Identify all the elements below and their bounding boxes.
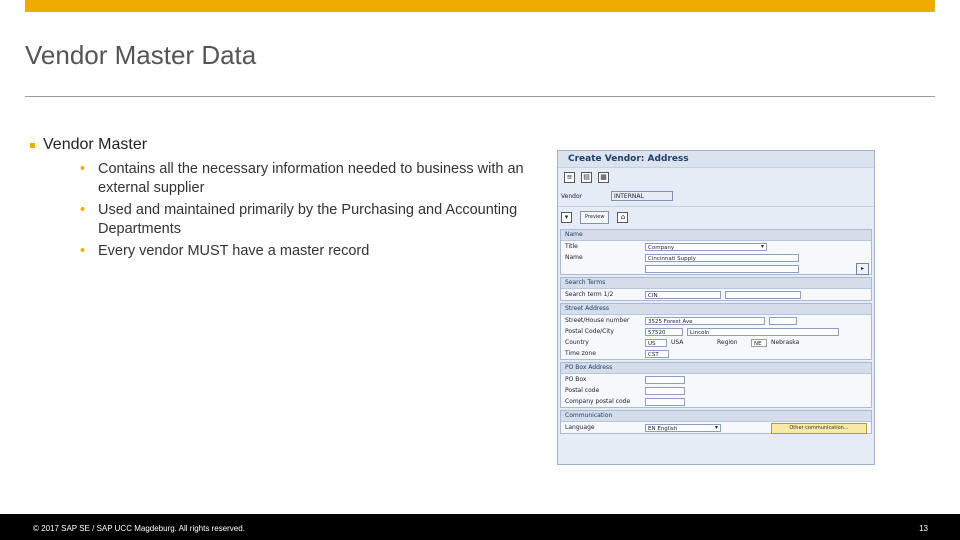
search-terms-header: Search Terms	[561, 278, 871, 289]
region-input[interactable]: NE	[751, 338, 767, 347]
name-label: Name	[565, 254, 583, 261]
title-label: Title	[565, 243, 578, 250]
vendor-row: Vendor INTERNAL	[558, 186, 874, 207]
page-number: 13	[919, 524, 928, 533]
search-term-1-input[interactable]: CIN	[645, 290, 721, 299]
street-address-header: Street Address	[561, 304, 871, 315]
po-box-input[interactable]	[645, 375, 685, 384]
list-item-text: Used and maintained primarily by the Pur…	[98, 202, 518, 237]
country-row: Country US USA Region NE Nebraska	[561, 337, 871, 348]
list-item: • Used and maintained primarily by the Pu…	[80, 201, 578, 239]
list-item-text: Every vendor MUST have a master record	[98, 243, 370, 259]
street-label: Street/House number	[565, 317, 630, 324]
more-fields-icon[interactable]: ▸	[856, 262, 869, 275]
other-communication-button[interactable]: Other communication...	[771, 423, 867, 434]
payment-icon[interactable]: ▦	[598, 171, 609, 183]
sap-window-title: Create Vendor: Address	[558, 151, 874, 168]
name-section-header: Name	[561, 230, 871, 241]
country-input[interactable]: US	[645, 338, 667, 347]
title-divider	[25, 96, 935, 97]
sap-toolbar: ≡ ▤ ▦	[558, 168, 874, 186]
street-address-section: Street Address Street/House number 3525 …	[560, 303, 872, 360]
top-accent-bar	[25, 0, 935, 12]
name2-row: ▸	[561, 262, 871, 275]
po-postal-label: Postal code	[565, 387, 600, 394]
page-title: Vendor Master Data	[25, 40, 257, 70]
company-postal-row: Company postal code	[561, 396, 871, 407]
sap-create-vendor-window: Create Vendor: Address ≡ ▤ ▦ Vendor INTE…	[557, 150, 875, 465]
name-row: Name Cincinnati Supply	[561, 252, 871, 263]
timezone-row: Time zone CST	[561, 348, 871, 359]
country-label: Country	[565, 339, 589, 346]
list-item: • Every vendor MUST have a master record	[80, 242, 578, 261]
company-postal-input[interactable]	[645, 397, 685, 406]
house-number-input[interactable]	[769, 316, 797, 325]
street-input[interactable]: 3525 Forest Ave	[645, 316, 765, 325]
name-section: Name Title Company Name Cincinnati Suppl…	[560, 229, 872, 275]
search-terms-section: Search Terms Search term 1/2 CIN	[560, 277, 872, 301]
timezone-input[interactable]: CST	[645, 349, 669, 358]
bullet-text: Vendor Master	[43, 136, 148, 153]
vendor-label: Vendor	[561, 192, 583, 200]
language-label: Language	[565, 424, 595, 431]
postal-city-label: Postal Code/City	[565, 328, 614, 335]
name2-input[interactable]	[645, 264, 799, 273]
square-bullet-icon	[30, 142, 35, 148]
title-row: Title Company	[561, 241, 871, 252]
postal-code-input[interactable]: 57520	[645, 327, 683, 336]
company-postal-label: Company postal code	[565, 398, 631, 405]
international-versions-icon[interactable]: ⌂	[617, 211, 629, 223]
title-select[interactable]: Company	[645, 242, 767, 251]
vendor-field[interactable]: INTERNAL	[611, 191, 673, 201]
sub-bullet-list: • Contains all the necessary information …	[58, 160, 538, 261]
country-text: USA	[671, 339, 684, 346]
name-input[interactable]: Cincinnati Supply	[645, 253, 799, 262]
postal-city-row: Postal Code/City 57520 Lincoln	[561, 326, 871, 337]
footer-copyright: © 2017 SAP SE / SAP UCC Magdeburg. All r…	[33, 524, 245, 533]
po-box-header: PO Box Address	[561, 363, 871, 374]
po-postal-row: Postal code	[561, 385, 871, 396]
search-term-label: Search term 1/2	[565, 291, 614, 298]
expand-icon[interactable]: ▾	[561, 211, 572, 223]
list-item: • Contains all the necessary information …	[80, 160, 578, 198]
region-label: Region	[717, 339, 738, 346]
timezone-label: Time zone	[565, 350, 596, 357]
language-select[interactable]: EN English	[645, 423, 721, 432]
communication-section: Communication Language EN English Other …	[560, 410, 872, 434]
slide-content: Vendor Master • Contains all the necessar…	[28, 136, 538, 276]
preview-button[interactable]: Preview	[580, 210, 610, 224]
po-box-section: PO Box Address PO Box Postal code Compan…	[560, 362, 872, 408]
dot-bullet-icon: •	[80, 161, 86, 177]
city-input[interactable]: Lincoln	[687, 327, 839, 336]
dot-bullet-icon: •	[80, 202, 86, 218]
street-row: Street/House number 3525 Forest Ave	[561, 315, 871, 326]
bullet-vendor-master: Vendor Master	[28, 136, 538, 154]
po-box-label: PO Box	[565, 376, 587, 383]
dot-bullet-icon: •	[80, 243, 86, 259]
region-text: Nebraska	[771, 339, 800, 346]
communication-header: Communication	[561, 411, 871, 422]
list-item-text: Contains all the necessary information n…	[98, 161, 524, 196]
address-icon[interactable]: ≡	[564, 171, 575, 183]
search-term-row: Search term 1/2 CIN	[561, 289, 871, 300]
language-row: Language EN English Other communication.…	[561, 422, 871, 434]
po-box-row: PO Box	[561, 374, 871, 385]
search-term-2-input[interactable]	[725, 290, 801, 299]
po-postal-input[interactable]	[645, 386, 685, 395]
preview-row: ▾ Preview ⌂	[558, 207, 874, 227]
footer-bar: © 2017 SAP SE / SAP UCC Magdeburg. All r…	[0, 514, 960, 540]
control-icon[interactable]: ▤	[581, 171, 592, 183]
